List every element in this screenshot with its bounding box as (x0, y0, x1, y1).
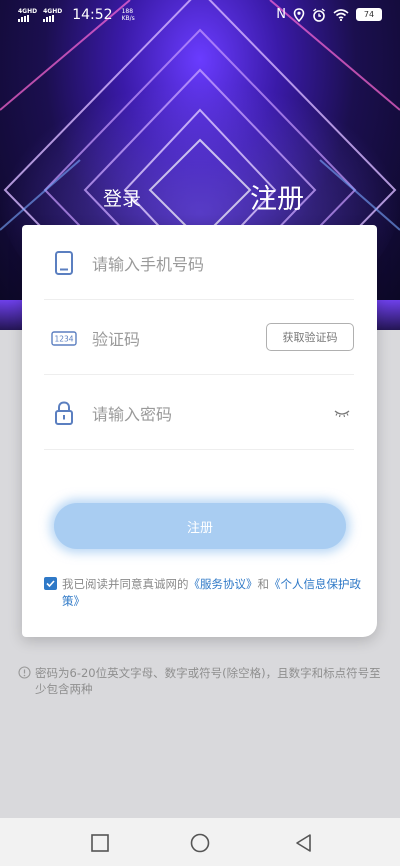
status-bar: 4GHD 4GHD 14:52 188 KB/s N 74 (0, 0, 400, 30)
svg-text:1234: 1234 (54, 335, 73, 344)
battery-icon: 74 (356, 8, 382, 21)
code-input-placeholder: 验证码 (92, 330, 141, 349)
service-agreement-link[interactable]: 《服务协议》 (189, 577, 258, 591)
signal-icon (18, 15, 29, 22)
phone-icon (55, 251, 73, 275)
agreement-and: 和 (257, 577, 270, 591)
password-input-placeholder: 请输入密码 (92, 405, 173, 424)
get-code-button[interactable]: 获取验证码 (266, 323, 354, 351)
lock-icon (55, 401, 73, 425)
agreement-prefix: 我已阅读并同意真诚网的 (62, 577, 189, 591)
eye-closed-icon[interactable] (334, 408, 350, 418)
signal-1: 4GHD (18, 8, 37, 22)
wifi-icon (333, 8, 349, 21)
register-button[interactable]: 注册 (54, 503, 346, 549)
verification-code-field[interactable]: 1234 验证码 获取验证码 (44, 300, 354, 375)
back-icon[interactable] (293, 832, 315, 854)
location-icon (293, 7, 305, 22)
clock: 14:52 (72, 7, 113, 23)
signal-icon (43, 15, 55, 22)
code-icon: 1234 (51, 331, 77, 346)
nfc-icon: N (276, 7, 286, 22)
phone-input-placeholder: 请输入手机号码 (92, 255, 205, 274)
password-hint-text: 密码为6-20位英文字母、数字或符号(除空格)，且数字和标点符号至少包含两种 (35, 666, 381, 696)
agree-checkbox[interactable] (44, 577, 57, 590)
tab-register[interactable]: 注册 (250, 177, 304, 216)
signal-2: 4GHD (43, 8, 62, 22)
check-icon (46, 580, 55, 588)
system-nav-bar (0, 818, 400, 866)
password-field[interactable]: 请输入密码 (44, 375, 354, 450)
info-icon (18, 666, 31, 679)
tab-login[interactable]: 登录 (103, 184, 141, 211)
alarm-icon (313, 7, 325, 22)
home-icon[interactable] (189, 832, 211, 854)
register-form-card: 请输入手机号码 1234 验证码 获取验证码 请输入密码 注册 我已阅读并同意真… (22, 225, 377, 637)
recent-apps-icon[interactable] (89, 832, 111, 854)
network-speed: 188 KB/s (121, 8, 135, 22)
phone-field[interactable]: 请输入手机号码 (44, 225, 354, 300)
